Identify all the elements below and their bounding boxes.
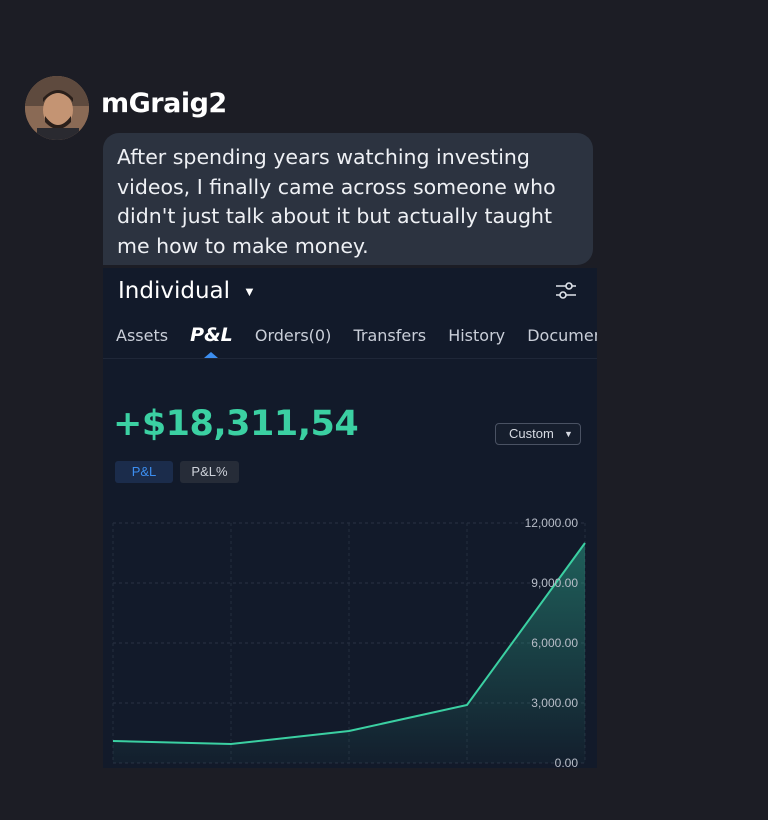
tab-transfers[interactable]: Transfers [353, 326, 426, 345]
range-select-label: Custom [509, 426, 554, 441]
chevron-down-icon: ▼ [564, 429, 573, 439]
y-tick-label: 12,000.00 [525, 516, 579, 530]
username[interactable]: mGraig2 [101, 88, 227, 119]
tab-history[interactable]: History [448, 326, 505, 345]
y-tick-label: 3,000.00 [531, 696, 578, 710]
pnl-value: +$18,311,54 [113, 404, 359, 444]
attached-screenshot: Individual ▼ Assets P&L Orders(0) Transf… [103, 268, 597, 768]
tab-pl[interactable]: P&L [190, 324, 233, 346]
range-select[interactable]: Custom ▼ [495, 423, 581, 445]
y-tick-label: 9,000.00 [531, 576, 578, 590]
pl-chip[interactable]: P&L [115, 461, 173, 483]
y-tick-label: 0.00 [555, 756, 579, 768]
avatar-image [25, 76, 89, 140]
tab-bar: Assets P&L Orders(0) Transfers History D… [116, 324, 597, 346]
account-title[interactable]: Individual [118, 278, 230, 304]
account-dropdown-icon[interactable]: ▼ [243, 284, 256, 299]
message-bubble: After spending years watching investing … [103, 133, 593, 265]
avatar[interactable] [25, 76, 89, 140]
tab-assets[interactable]: Assets [116, 326, 168, 345]
filter-settings-icon[interactable] [555, 280, 577, 302]
tab-orders[interactable]: Orders(0) [255, 326, 331, 345]
message-text: After spending years watching investing … [117, 145, 556, 258]
pnl-chart: 12,000.00 9,000.00 6,000.00 3,000.00 0.00 [112, 516, 586, 768]
tab-divider [103, 358, 597, 359]
pl-percent-chip[interactable]: P&L% [180, 461, 239, 483]
tab-documents[interactable]: Documen [527, 326, 597, 345]
y-tick-label: 6,000.00 [531, 636, 578, 650]
